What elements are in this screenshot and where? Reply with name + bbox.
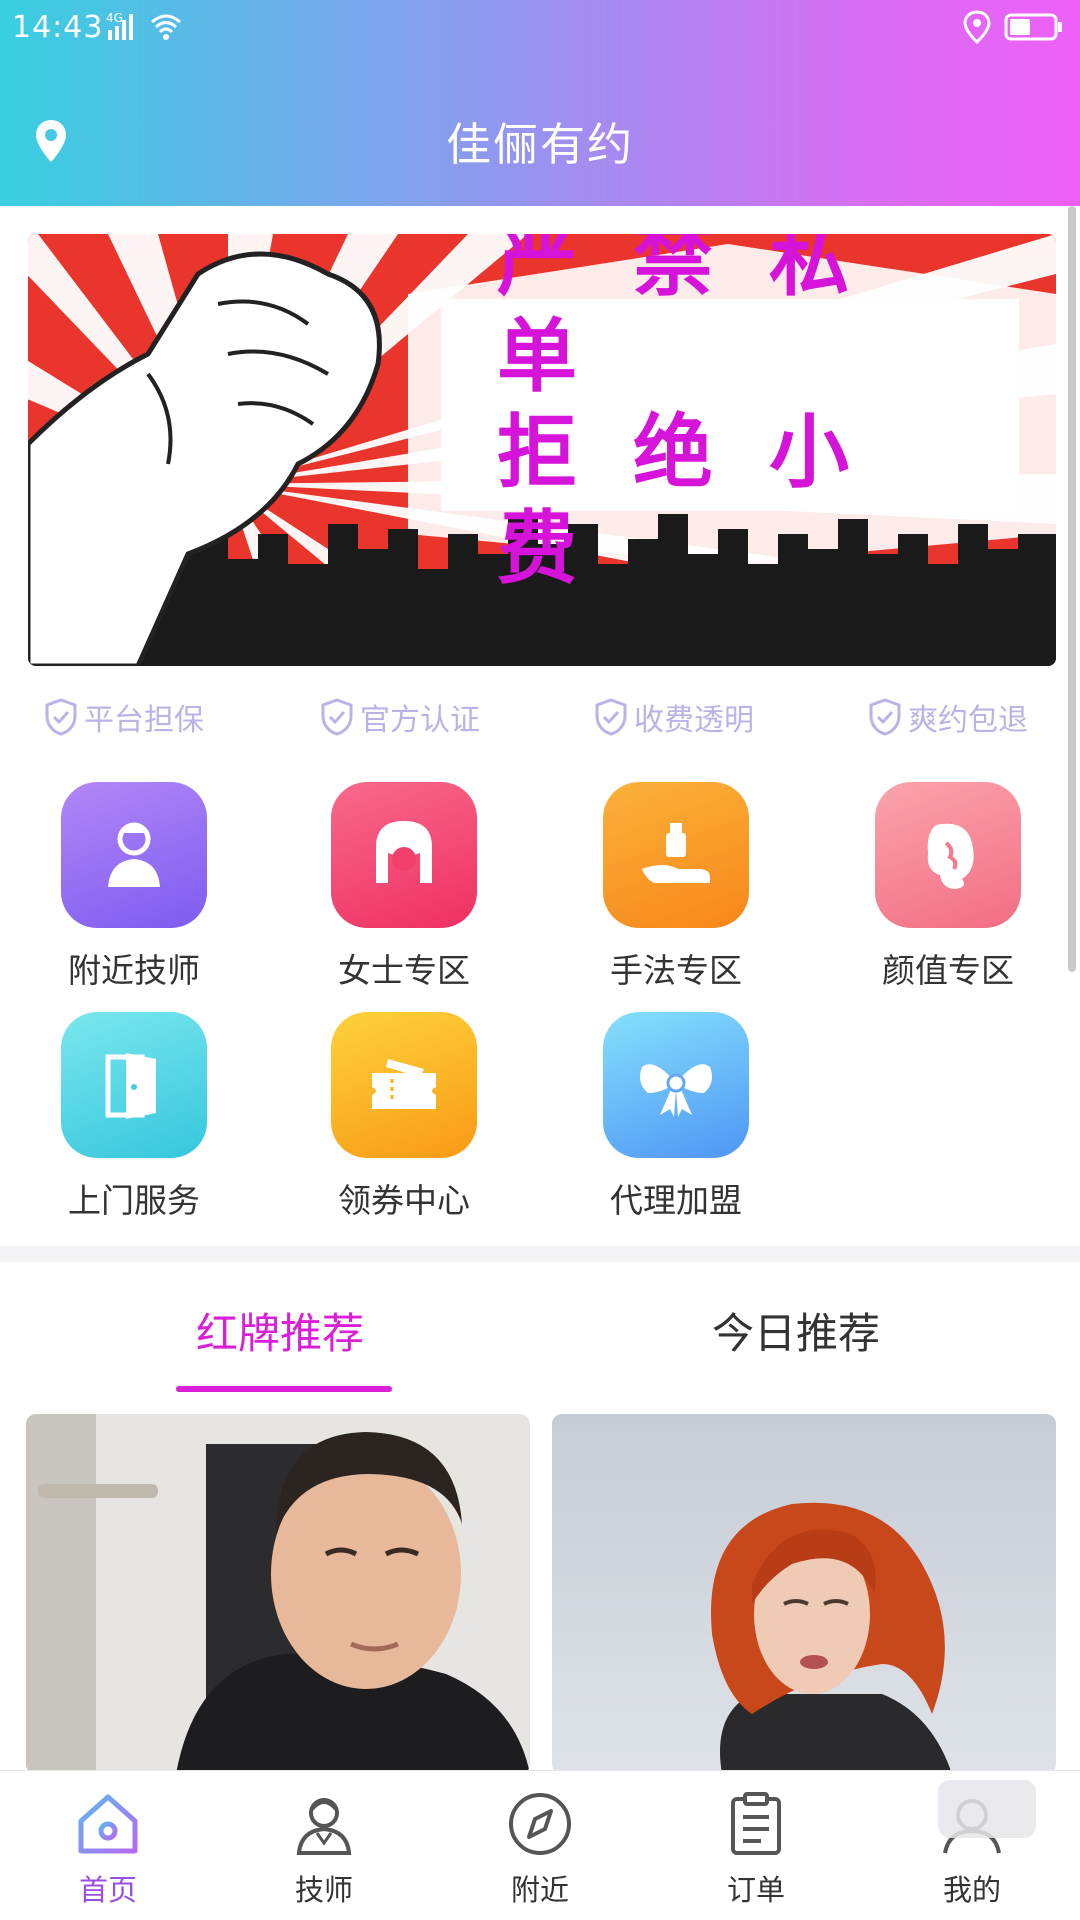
beauty-icon	[927, 823, 974, 889]
category-icon-tile	[61, 1012, 207, 1158]
lady-icon	[376, 821, 432, 883]
guarantee-item: 收费透明	[594, 692, 754, 742]
guarantee-label: 平台担保	[84, 703, 204, 738]
banner-line-1: 严禁私单	[497, 234, 905, 403]
category-icon-tile	[331, 782, 477, 928]
nav-nearby[interactable]: 附近	[460, 1789, 620, 1909]
app-title: 佳俪有约	[445, 118, 634, 171]
category-label: 代理加盟	[610, 1181, 742, 1220]
category-icon-tile	[875, 782, 1021, 928]
category-beauty-zone[interactable]: 颜值专区	[838, 782, 1058, 992]
top-header: 14:43 4G 佳俪有约	[0, 0, 1080, 206]
home-icon	[78, 1794, 138, 1854]
massage-oil-icon	[642, 823, 710, 883]
section-divider	[0, 1246, 1080, 1262]
tab-today-recommend[interactable]: 今日推荐	[712, 1300, 880, 1361]
nav-technician[interactable]: 技师	[244, 1789, 404, 1909]
shield-check-icon	[45, 698, 77, 736]
category-lady-zone[interactable]: 女士专区	[294, 782, 514, 992]
active-tab-indicator	[176, 1386, 392, 1392]
guarantee-label: 收费透明	[634, 703, 754, 738]
status-bar: 14:43 4G	[0, 0, 1080, 56]
category-label: 手法专区	[610, 951, 742, 990]
nav-label: 我的	[942, 1873, 1001, 1907]
nav-label: 附近	[510, 1873, 569, 1907]
technician-photo	[26, 1414, 530, 1774]
nav-label: 首页	[78, 1873, 137, 1907]
category-label: 领券中心	[338, 1181, 470, 1220]
guarantee-item: 爽约包退	[868, 692, 1028, 742]
bow-icon	[640, 1064, 712, 1117]
category-agent-join[interactable]: 代理加盟	[566, 1012, 786, 1222]
status-time: 14:43	[12, 10, 104, 45]
technician-card[interactable]	[26, 1414, 530, 1774]
banner-slogan-box: 严禁私单 拒绝小费	[441, 234, 1019, 595]
compass-icon	[509, 1793, 571, 1855]
nav-orders[interactable]: 订单	[676, 1789, 836, 1909]
signal-icon: 4G	[106, 11, 181, 40]
guarantee-row: 平台担保 官方认证 收费透明 爽约包退	[0, 692, 1080, 742]
category-nearby-technician[interactable]: 附近技师	[24, 782, 244, 992]
shield-check-icon	[595, 698, 627, 736]
guarantee-item: 平台担保	[44, 692, 204, 742]
technician-icon	[108, 822, 160, 887]
category-label: 上门服务	[68, 1181, 200, 1220]
order-icon	[731, 1792, 781, 1855]
category-icon-tile	[61, 782, 207, 928]
category-icon-tile	[603, 782, 749, 928]
banner-line-2: 拒绝小费	[497, 406, 905, 595]
category-coupon-center[interactable]: 领券中心	[294, 1012, 514, 1222]
shield-check-icon	[869, 698, 901, 736]
category-label: 颜值专区	[882, 951, 1014, 990]
nav-label: 订单	[726, 1873, 785, 1907]
category-home-service[interactable]: 上门服务	[24, 1012, 244, 1222]
guarantee-label: 爽约包退	[908, 703, 1028, 738]
watermark-badge	[938, 1780, 1036, 1838]
category-label: 附近技师	[68, 951, 200, 990]
category-label: 女士专区	[338, 951, 470, 990]
guarantee-label: 官方认证	[360, 703, 480, 738]
category-icon-tile	[603, 1012, 749, 1158]
guarantee-item: 官方认证	[320, 692, 480, 742]
category-icon-tile	[331, 1012, 477, 1158]
technician-photo	[552, 1414, 1056, 1774]
nav-label: 技师	[294, 1873, 353, 1907]
shield-check-icon	[321, 698, 353, 736]
tab-red-card-recommend[interactable]: 红牌推荐	[196, 1300, 364, 1361]
bottom-navigation: 首页 技师 附近 订单 我的	[0, 1770, 1080, 1920]
category-technique-zone[interactable]: 手法专区	[566, 782, 786, 992]
door-icon	[105, 1053, 156, 1119]
nav-home[interactable]: 首页	[28, 1789, 188, 1909]
technician-icon	[296, 1798, 352, 1855]
promo-banner[interactable]: 严禁私单 拒绝小费	[28, 234, 1056, 666]
network-type: 4G	[106, 11, 123, 25]
scrollbar[interactable]	[1068, 206, 1076, 972]
location-status-icon	[963, 10, 991, 44]
coupon-icon	[372, 1059, 436, 1109]
battery-icon	[1004, 13, 1062, 41]
technician-card[interactable]	[552, 1414, 1056, 1774]
